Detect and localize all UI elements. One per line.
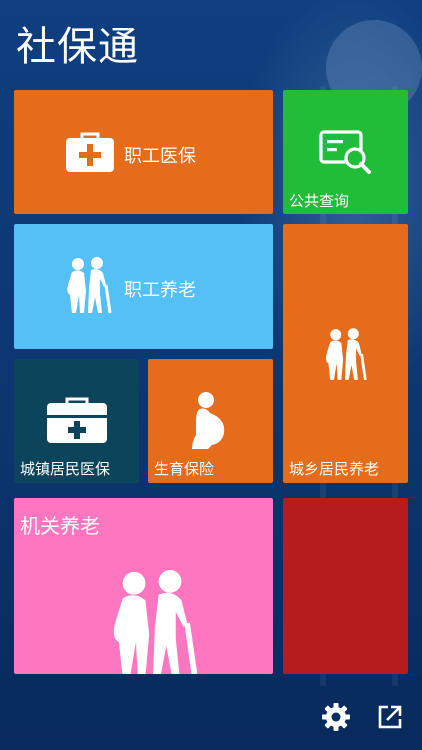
elderly-couple-icon bbox=[67, 257, 112, 314]
tile-institution-pension[interactable]: 机关养老 bbox=[14, 498, 273, 674]
first-aid-kit-icon bbox=[66, 132, 114, 172]
gear-icon[interactable] bbox=[321, 702, 351, 732]
tile-maternity-insurance[interactable]: 生育保险 bbox=[148, 359, 273, 483]
tile-urban-resident-medical[interactable]: 城镇居民医保 bbox=[14, 359, 139, 483]
tile-label: 生育保险 bbox=[154, 460, 215, 478]
pregnant-woman-icon bbox=[192, 392, 225, 449]
medical-kit-icon bbox=[47, 397, 107, 443]
tile-label: 城镇居民医保 bbox=[20, 460, 111, 478]
elderly-couple-icon bbox=[325, 328, 367, 381]
tile-label: 职工养老 bbox=[124, 280, 196, 301]
tile-employee-pension[interactable]: 职工养老 bbox=[14, 224, 273, 349]
elderly-couple-icon bbox=[113, 570, 198, 674]
tile-employee-medical[interactable]: 职工医保 bbox=[14, 90, 273, 214]
tile-red[interactable] bbox=[283, 498, 408, 674]
document-search-icon bbox=[319, 130, 371, 174]
app-title: 社保通 bbox=[16, 24, 139, 70]
tile-label: 公共查询 bbox=[289, 192, 350, 210]
share-export-icon[interactable] bbox=[377, 704, 403, 730]
tile-urban-rural-pension[interactable]: 城乡居民养老 bbox=[283, 224, 408, 483]
tile-label: 城乡居民养老 bbox=[289, 460, 380, 478]
tile-label: 机关养老 bbox=[20, 514, 100, 538]
tile-label: 职工医保 bbox=[124, 146, 196, 167]
tile-public-query[interactable]: 公共查询 bbox=[283, 90, 408, 214]
